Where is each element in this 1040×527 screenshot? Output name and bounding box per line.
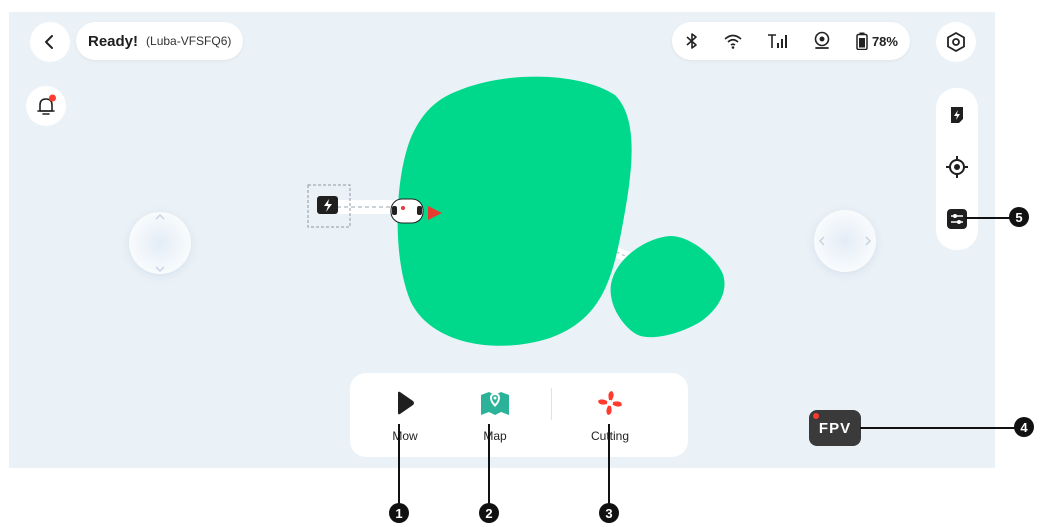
cellular-icon	[767, 34, 787, 48]
map-button[interactable]: Map	[440, 373, 550, 457]
callout-marker-1: 1	[389, 503, 409, 523]
callout-marker-3: 3	[599, 503, 619, 523]
bottom-bar-divider	[551, 388, 552, 420]
status-pill: Ready! (Luba-VFSFQ6)	[76, 22, 244, 60]
up-down-arrows-icon	[155, 213, 165, 273]
status-title: Ready!	[88, 32, 139, 50]
callout-line-2	[488, 424, 490, 504]
notification-dot	[49, 94, 56, 102]
battery-indicator: 78%	[856, 32, 898, 50]
callout-line-1	[398, 424, 400, 504]
left-right-arrows-icon	[818, 236, 872, 246]
locate-button[interactable]	[936, 146, 978, 188]
chevron-left-icon	[45, 35, 53, 49]
battery-percentage: 78%	[871, 33, 898, 49]
mower-wheel-right	[417, 206, 422, 215]
callout-line-4	[860, 427, 1015, 429]
map-label: Map	[483, 429, 507, 443]
device-status-bar: 78%	[672, 22, 910, 60]
notification-button[interactable]	[26, 86, 66, 126]
mower-wheel-left	[392, 206, 397, 215]
hexagon-settings-icon	[947, 32, 965, 52]
cutting-button[interactable]: Cutting	[555, 373, 665, 457]
callout-marker-4: 4	[1014, 417, 1034, 437]
mower-light	[401, 206, 405, 210]
fpv-button[interactable]: FPV	[809, 410, 861, 446]
fpv-label: FPV	[818, 419, 852, 437]
map-pin-icon	[479, 387, 511, 419]
adjust-sliders-icon	[947, 209, 967, 229]
battery-icon	[856, 32, 868, 50]
back-button[interactable]	[30, 22, 70, 62]
locate-target-icon	[946, 156, 968, 178]
mow-label: Mow	[392, 429, 418, 443]
left-joystick[interactable]	[129, 212, 191, 274]
map-adjust-button[interactable]	[936, 198, 978, 240]
bottom-action-bar: Mow Map Cutting	[350, 373, 688, 457]
callout-line-3	[608, 424, 610, 504]
fpv-recording-dot	[813, 413, 819, 419]
return-to-charge-button[interactable]	[936, 94, 978, 136]
bell-icon	[37, 94, 56, 115]
callout-line-5	[965, 217, 1010, 219]
bluetooth-icon	[686, 33, 697, 49]
settings-button[interactable]	[936, 22, 976, 62]
device-name: (Luba-VFSFQ6)	[146, 34, 232, 48]
fan-blade-icon	[594, 387, 626, 419]
callout-marker-5: 5	[1009, 207, 1029, 227]
map-tools-toolbar	[936, 88, 978, 250]
wifi-icon	[724, 34, 743, 49]
cutting-label: Cutting	[590, 429, 630, 443]
lawn-zone-secondary	[610, 236, 725, 338]
rtk-signal-icon	[815, 31, 830, 49]
right-joystick[interactable]	[814, 210, 876, 272]
play-icon	[389, 387, 421, 419]
callout-marker-2: 2	[479, 503, 499, 523]
charge-station-icon	[951, 107, 963, 123]
